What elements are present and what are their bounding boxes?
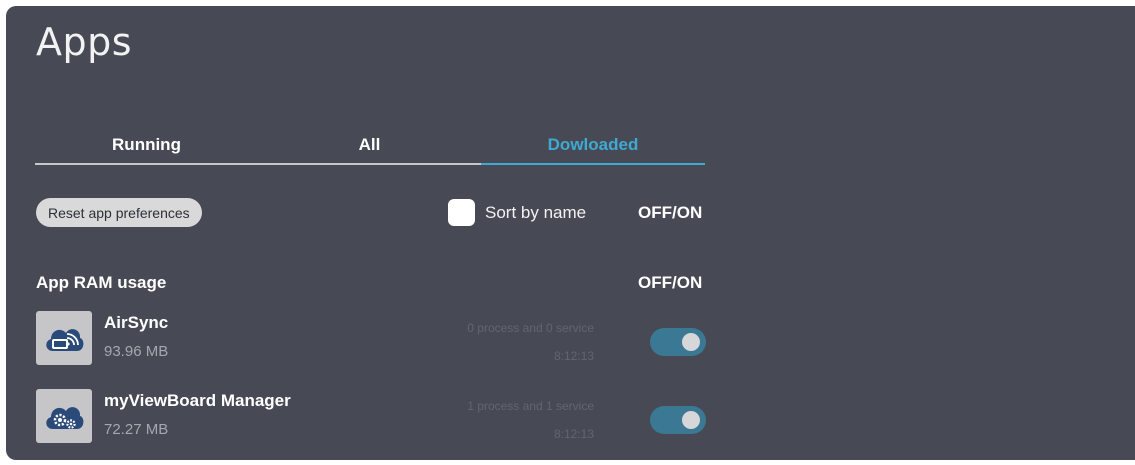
- apps-settings-panel: Apps Running All Dowloaded Reset app pre…: [6, 6, 1135, 460]
- tab-downloaded[interactable]: Dowloaded: [481, 126, 705, 164]
- app-process-info: 1 process and 1 service: [467, 399, 594, 413]
- toggle-knob: [682, 411, 700, 429]
- toggle-knob: [682, 333, 700, 351]
- sort-by-name-label: Sort by name: [485, 203, 587, 222]
- app-uptime: 8:12:13: [553, 349, 594, 363]
- sort-off-on-label: OFF/ON: [638, 203, 703, 222]
- ram-off-on-label: OFF/ON: [638, 273, 703, 292]
- reset-app-preferences-button[interactable]: Reset app preferences: [36, 198, 202, 227]
- app-name: AirSync: [104, 313, 169, 332]
- page-title: Apps: [36, 20, 133, 64]
- list-item[interactable]: AirSync 93.96 MB 0 process and 0 service…: [36, 311, 706, 365]
- list-item[interactable]: myViewBoard Manager 72.27 MB 1 process a…: [36, 389, 706, 443]
- myviewboard-manager-toggle[interactable]: [650, 406, 706, 434]
- app-uptime: 8:12:13: [553, 427, 594, 441]
- app-size: 72.27 MB: [104, 421, 169, 438]
- tab-running[interactable]: Running: [35, 126, 258, 164]
- cloud-gears-icon: [36, 389, 92, 443]
- app-name: myViewBoard Manager: [104, 391, 291, 410]
- tab-bar: Running All Dowloaded: [35, 126, 705, 166]
- airsync-toggle[interactable]: [650, 328, 706, 356]
- tab-all[interactable]: All: [258, 126, 481, 164]
- active-tab-indicator: [481, 163, 705, 165]
- app-ram-usage-label: App RAM usage: [36, 273, 167, 292]
- sort-by-name-checkbox[interactable]: [448, 199, 475, 226]
- tab-underline: [35, 163, 481, 165]
- app-process-info: 0 process and 0 service: [467, 321, 594, 335]
- cloud-cast-icon: [36, 311, 92, 365]
- app-size: 93.96 MB: [104, 343, 169, 360]
